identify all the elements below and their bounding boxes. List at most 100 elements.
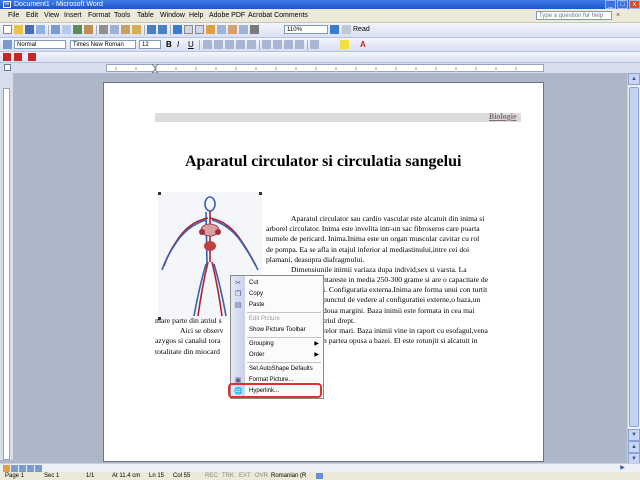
style-combo[interactable]: Normal — [14, 40, 66, 49]
justify-icon[interactable] — [236, 40, 245, 49]
research-icon[interactable] — [84, 25, 93, 34]
body-paragraph-partial: ntareste in media 250-300 grame si are o… — [323, 275, 523, 346]
menu-insert[interactable]: Insert — [64, 9, 82, 22]
previous-page-icon[interactable]: ▲ — [628, 441, 640, 453]
font-combo[interactable]: Times New Roman — [70, 40, 136, 49]
reading-view-icon[interactable] — [35, 465, 42, 472]
align-right-icon[interactable] — [225, 40, 234, 49]
header-text: Biologie — [489, 112, 517, 121]
numbering-icon[interactable] — [262, 40, 271, 49]
print-icon[interactable] — [51, 25, 60, 34]
bullets-icon[interactable] — [273, 40, 282, 49]
menu-view[interactable]: View — [44, 9, 59, 22]
status-trk[interactable]: TRK — [222, 472, 234, 480]
decrease-indent-icon[interactable] — [284, 40, 293, 49]
context-item-paste[interactable]: ▤ Paste — [231, 300, 323, 311]
spelling-status-icon[interactable] — [316, 473, 323, 479]
web-view-icon[interactable] — [11, 465, 18, 472]
scroll-down-icon[interactable]: ▼ — [628, 429, 640, 441]
context-item-copy[interactable]: ❐ Copy — [231, 289, 323, 300]
show-hide-icon[interactable] — [250, 25, 259, 34]
vertical-ruler[interactable] — [0, 73, 13, 460]
help-search-input[interactable]: Type a question for help — [536, 11, 612, 20]
vertical-scrollbar[interactable]: ▲ ▼ ▲ ▼ — [627, 73, 640, 465]
minimize-button[interactable]: _ — [605, 0, 616, 9]
convert-review-pdf-icon[interactable] — [28, 53, 36, 61]
save-icon[interactable] — [25, 25, 34, 34]
scroll-thumb[interactable] — [629, 87, 639, 427]
context-item-cut[interactable]: ✂ Cut — [231, 278, 323, 289]
formatting-toolbar: Normal Times New Roman 12 B I U A — [0, 38, 640, 52]
font-color-icon[interactable]: A — [360, 40, 369, 49]
context-item-grouping[interactable]: Grouping ▶ — [231, 339, 323, 350]
permission-icon[interactable] — [36, 25, 45, 34]
scroll-up-icon[interactable]: ▲ — [628, 73, 640, 85]
highlight-icon[interactable] — [340, 40, 349, 49]
status-rec[interactable]: REC — [205, 472, 218, 480]
status-ext[interactable]: EXT — [239, 472, 251, 480]
close-document-icon[interactable]: × — [616, 9, 620, 22]
print-preview-icon[interactable] — [62, 25, 71, 34]
columns-icon[interactable] — [217, 25, 226, 34]
close-button[interactable]: x — [629, 0, 640, 9]
menu-edit[interactable]: Edit — [26, 9, 38, 22]
tab-selector-icon[interactable] — [4, 64, 11, 71]
insert-excel-icon[interactable] — [206, 25, 215, 34]
read-icon[interactable] — [342, 25, 351, 34]
tables-borders-icon[interactable] — [184, 25, 193, 34]
open-icon[interactable] — [14, 25, 23, 34]
maximize-button[interactable]: □ — [617, 0, 628, 9]
context-item-order[interactable]: Order ▶ — [231, 350, 323, 361]
menu-window[interactable]: Window — [160, 9, 185, 22]
normal-view-icon[interactable] — [3, 465, 10, 472]
undo-icon[interactable] — [147, 25, 156, 34]
status-pages: 1/1 — [86, 473, 95, 479]
help-toolbar-icon[interactable] — [330, 25, 339, 34]
document-map-icon[interactable] — [239, 25, 248, 34]
outline-view-icon[interactable] — [27, 465, 34, 472]
status-ovr[interactable]: OVR — [255, 472, 268, 480]
format-painter-icon[interactable] — [132, 25, 141, 34]
paste-icon[interactable] — [121, 25, 130, 34]
font-size-combo[interactable]: 12 — [139, 40, 161, 49]
convert-email-pdf-icon[interactable] — [14, 53, 22, 61]
print-layout-view-icon[interactable] — [19, 465, 26, 472]
text-line: plamani, deasupra diafragmului. — [266, 254, 365, 264]
outside-border-icon[interactable] — [310, 40, 319, 49]
bold-icon[interactable]: B — [166, 40, 175, 49]
menu-adobe-pdf[interactable]: Adobe PDF — [209, 9, 245, 22]
menu-help[interactable]: Help — [189, 9, 203, 22]
insert-table-icon[interactable] — [195, 25, 204, 34]
submenu-arrow-icon: ▶ — [314, 352, 319, 358]
increase-indent-icon[interactable] — [295, 40, 304, 49]
menu-acrobat-comments[interactable]: Acrobat Comments — [248, 9, 308, 22]
hyperlink-highlight-ring — [228, 383, 322, 398]
menu-file[interactable]: File — [8, 9, 19, 22]
copy-icon[interactable] — [110, 25, 119, 34]
scroll-right-icon[interactable]: ▶ — [618, 464, 627, 472]
text-line: i. Configuratia externa.Inima are forma … — [323, 285, 488, 295]
new-document-icon[interactable] — [3, 25, 12, 34]
context-item-show-picture-toolbar[interactable]: Show Picture Toolbar — [231, 325, 323, 336]
menu-format[interactable]: Format — [88, 9, 110, 22]
italic-icon[interactable]: I — [177, 40, 186, 49]
document-title: Aparatul circulator si circulatia sangel… — [185, 153, 462, 170]
underline-icon[interactable]: U — [188, 40, 197, 49]
convert-pdf-icon[interactable] — [3, 53, 11, 61]
align-left-icon[interactable] — [203, 40, 212, 49]
drawing-icon[interactable] — [228, 25, 237, 34]
styles-pane-icon[interactable] — [3, 40, 12, 49]
menu-table[interactable]: Table — [137, 9, 154, 22]
hyperlink-toolbar-icon[interactable] — [173, 25, 182, 34]
context-item-set-autoshape-defaults[interactable]: Set AutoShape Defaults — [231, 364, 323, 375]
text-line: totalitate din miocard — [155, 346, 220, 356]
body-paragraph-right: Aparatul circulator sau cardio vascular … — [266, 214, 520, 275]
zoom-combo[interactable]: 110% — [284, 25, 328, 34]
menu-tools[interactable]: Tools — [114, 9, 130, 22]
align-center-icon[interactable] — [214, 40, 223, 49]
read-button[interactable]: Read — [353, 25, 370, 35]
spelling-icon[interactable] — [73, 25, 82, 34]
line-spacing-icon[interactable] — [247, 40, 256, 49]
redo-icon[interactable] — [158, 25, 167, 34]
cut-icon[interactable] — [99, 25, 108, 34]
